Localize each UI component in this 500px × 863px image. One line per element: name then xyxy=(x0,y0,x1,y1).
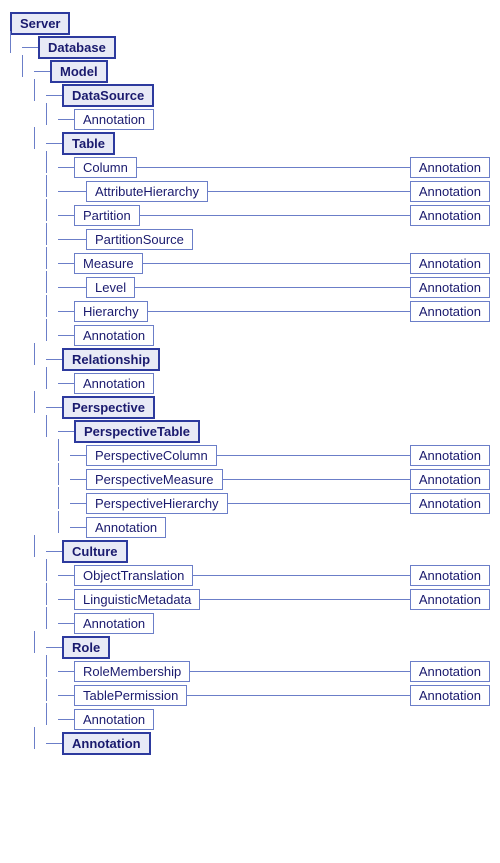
model-annotation-node[interactable]: Annotation xyxy=(62,732,151,755)
table-node[interactable]: Table xyxy=(62,132,115,155)
partition-row: Partition Annotation xyxy=(10,204,490,226)
role-annotation-node[interactable]: Annotation xyxy=(74,709,154,730)
culture-row: Culture xyxy=(10,540,490,562)
rolemembership-node[interactable]: RoleMembership xyxy=(74,661,190,682)
column-annotation-node[interactable]: Annotation xyxy=(410,157,490,178)
perspectivetable-row: PerspectiveTable xyxy=(10,420,490,442)
perspectivehierarchy-row: PerspectiveHierarchy Annotation xyxy=(10,492,490,514)
culture-node[interactable]: Culture xyxy=(62,540,128,563)
relationship-node[interactable]: Relationship xyxy=(62,348,160,371)
partition-node[interactable]: Partition xyxy=(74,205,140,226)
datasource-row: DataSource xyxy=(10,84,490,106)
partitionsource-row: PartitionSource xyxy=(10,228,490,250)
tablepermission-node[interactable]: TablePermission xyxy=(74,685,187,706)
perspectivetable-annotation-row: Annotation xyxy=(10,516,490,538)
linguisticmetadata-annotation-node[interactable]: Annotation xyxy=(410,589,490,610)
linguisticmetadata-node[interactable]: LinguisticMetadata xyxy=(74,589,200,610)
perspectivetable-annotation-node[interactable]: Annotation xyxy=(86,517,166,538)
relationship-annotation-node[interactable]: Annotation xyxy=(74,373,154,394)
attrhier-node[interactable]: AttributeHierarchy xyxy=(86,181,208,202)
column-node[interactable]: Column xyxy=(74,157,137,178)
level-row: Level Annotation xyxy=(10,276,490,298)
relationship-annotation-row: Annotation xyxy=(10,372,490,394)
model-node[interactable]: Model xyxy=(50,60,108,83)
database-node[interactable]: Database xyxy=(38,36,116,59)
hierarchy-row: Hierarchy Annotation xyxy=(10,300,490,322)
model-annotation-row: Annotation xyxy=(10,732,490,754)
culture-annotation-node[interactable]: Annotation xyxy=(74,613,154,634)
perspective-node[interactable]: Perspective xyxy=(62,396,155,419)
linguisticmetadata-row: LinguisticMetadata Annotation xyxy=(10,588,490,610)
objecttranslation-row: ObjectTranslation Annotation xyxy=(10,564,490,586)
server-row: Server xyxy=(10,12,490,34)
role-node[interactable]: Role xyxy=(62,636,110,659)
perspectivemeasure-node[interactable]: PerspectiveMeasure xyxy=(86,469,223,490)
tablepermission-annotation-node[interactable]: Annotation xyxy=(410,685,490,706)
database-row: Database xyxy=(10,36,490,58)
relationship-row: Relationship xyxy=(10,348,490,370)
perspectivetable-node[interactable]: PerspectiveTable xyxy=(74,420,200,443)
table-row: Table xyxy=(10,132,490,154)
perspectivecolumn-node[interactable]: PerspectiveColumn xyxy=(86,445,217,466)
measure-row: Measure Annotation xyxy=(10,252,490,274)
measure-annotation-node[interactable]: Annotation xyxy=(410,253,490,274)
partitionsource-node[interactable]: PartitionSource xyxy=(86,229,193,250)
level-node[interactable]: Level xyxy=(86,277,135,298)
datasource-node[interactable]: DataSource xyxy=(62,84,154,107)
table-annotation-row: Annotation xyxy=(10,324,490,346)
perspective-row: Perspective xyxy=(10,396,490,418)
level-annotation-node[interactable]: Annotation xyxy=(410,277,490,298)
perspectivehierarchy-node[interactable]: PerspectiveHierarchy xyxy=(86,493,228,514)
rolemembership-annotation-node[interactable]: Annotation xyxy=(410,661,490,682)
partition-annotation-node[interactable]: Annotation xyxy=(410,205,490,226)
datasource-annotation-row: Annotation xyxy=(10,108,490,130)
schema-tree: Server Database Model DataSource Annotat… xyxy=(10,12,490,754)
role-row: Role xyxy=(10,636,490,658)
attrhier-annotation-node[interactable]: Annotation xyxy=(410,181,490,202)
datasource-annotation-node[interactable]: Annotation xyxy=(74,109,154,130)
tablepermission-row: TablePermission Annotation xyxy=(10,684,490,706)
model-row: Model xyxy=(10,60,490,82)
perspectivehierarchy-annotation-node[interactable]: Annotation xyxy=(410,493,490,514)
hierarchy-node[interactable]: Hierarchy xyxy=(74,301,148,322)
table-annotation-node[interactable]: Annotation xyxy=(74,325,154,346)
perspectivecolumn-row: PerspectiveColumn Annotation xyxy=(10,444,490,466)
column-row: Column Annotation xyxy=(10,156,490,178)
perspectivemeasure-annotation-node[interactable]: Annotation xyxy=(410,469,490,490)
culture-annotation-row: Annotation xyxy=(10,612,490,634)
attrhier-row: AttributeHierarchy Annotation xyxy=(10,180,490,202)
perspectivemeasure-row: PerspectiveMeasure Annotation xyxy=(10,468,490,490)
objecttranslation-node[interactable]: ObjectTranslation xyxy=(74,565,193,586)
objecttranslation-annotation-node[interactable]: Annotation xyxy=(410,565,490,586)
role-annotation-row: Annotation xyxy=(10,708,490,730)
measure-node[interactable]: Measure xyxy=(74,253,143,274)
hierarchy-annotation-node[interactable]: Annotation xyxy=(410,301,490,322)
perspectivecolumn-annotation-node[interactable]: Annotation xyxy=(410,445,490,466)
rolemembership-row: RoleMembership Annotation xyxy=(10,660,490,682)
